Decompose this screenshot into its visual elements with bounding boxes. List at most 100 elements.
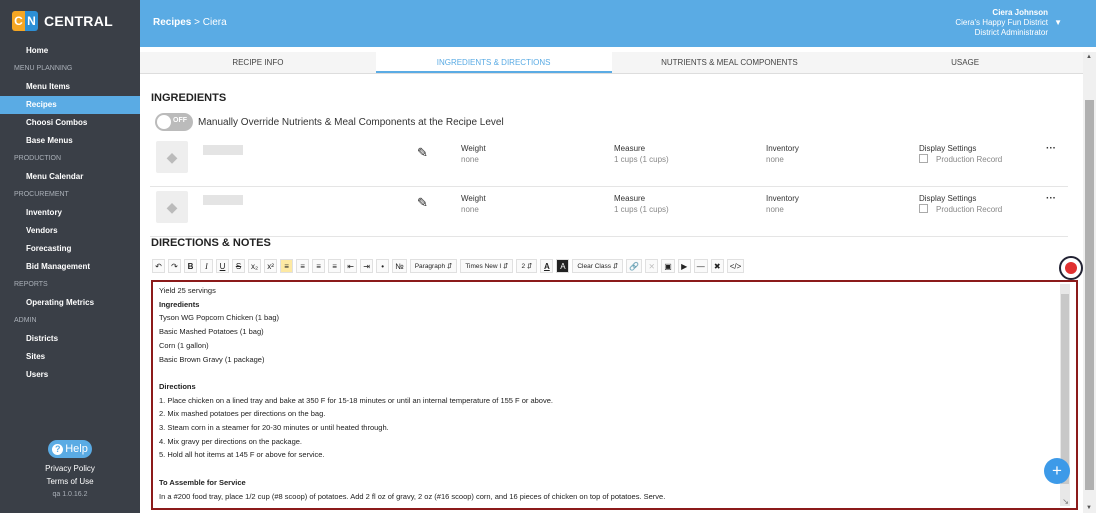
measure-label: Measure (614, 194, 646, 203)
display-settings-label: Display Settings (919, 194, 977, 203)
tab-nutrients-meal-components[interactable]: NUTRIENTS & MEAL COMPONENTS (611, 52, 848, 73)
production-record-label: Production Record (936, 205, 1003, 214)
brand-badge-c: C (12, 11, 25, 31)
unlink-icon[interactable]: ⨯ (645, 259, 659, 273)
sidebar-item-bid-management[interactable]: Bid Management (0, 258, 140, 276)
sidebar-section-title: PROCUREMENT (14, 191, 69, 198)
tab-usage[interactable]: USAGE (847, 52, 1083, 73)
sidebar-item-operating-metrics[interactable]: Operating Metrics (0, 294, 140, 312)
sidebar-item-sites[interactable]: Sites (0, 348, 140, 366)
production-record-checkbox[interactable] (919, 204, 928, 213)
ingredients-heading: INGREDIENTS (151, 92, 227, 104)
editor-line: Ingredients (159, 299, 200, 309)
subscript-button[interactable]: x₂ (248, 259, 262, 273)
toggle-knob (157, 115, 171, 129)
text-color-icon[interactable]: A (540, 259, 554, 273)
link-icon[interactable]: 🔗 (626, 259, 643, 273)
tab-ingredients-directions[interactable]: INGREDIENTS & DIRECTIONS (375, 52, 612, 73)
clear-format-icon[interactable]: ✖ (710, 259, 724, 273)
editor-line: Basic Brown Gravy (1 package) (159, 354, 265, 364)
align-right-icon[interactable]: ≡ (312, 259, 326, 273)
weight-label: Weight (461, 194, 486, 203)
paragraph-select-value: Paragraph (414, 262, 446, 270)
privacy-policy-link[interactable]: Privacy Policy (0, 462, 140, 475)
outdent-icon[interactable]: ⇤ (344, 259, 358, 273)
override-label: Manually Override Nutrients & Meal Compo… (198, 117, 504, 128)
terms-of-use-link[interactable]: Terms of Use (0, 475, 140, 488)
record-dot (1065, 262, 1077, 274)
chevron-down-icon[interactable]: ▼ (1054, 18, 1062, 27)
sidebar-item-vendors[interactable]: Vendors (0, 222, 140, 240)
edit-icon[interactable]: ✎ (417, 145, 428, 161)
align-justify-icon[interactable]: ≡ (328, 259, 342, 273)
sidebar-item-districts[interactable]: Districts (0, 330, 140, 348)
underline-button[interactable]: U (216, 259, 229, 273)
production-record-checkbox[interactable] (919, 154, 928, 163)
breadcrumb-recipes[interactable]: Recipes (153, 17, 191, 28)
redo-icon[interactable]: ↷ (168, 259, 181, 273)
edit-icon[interactable]: ✎ (417, 195, 428, 211)
paragraph-select[interactable]: Paragraph ⇵ (409, 259, 458, 273)
font-size-select[interactable]: 2 ⇵ (516, 259, 538, 273)
page-scrollbar[interactable]: ▲ ▼ (1083, 52, 1096, 513)
user-role: District Administrator (974, 28, 1048, 37)
align-center-icon[interactable]: ≡ (296, 259, 310, 273)
video-icon[interactable]: ▶ (677, 259, 691, 273)
sidebar-item-forecasting[interactable]: Forecasting (0, 240, 140, 258)
align-left-icon[interactable]: ≡ (280, 259, 294, 273)
strikethrough-button[interactable]: S (232, 259, 245, 273)
help-button[interactable]: ? Help (48, 440, 92, 458)
directions-editor[interactable]: Yield 25 servings Ingredients Tyson WG Pop… (151, 280, 1078, 510)
ingredient-name-placeholder (203, 145, 243, 155)
add-button[interactable]: + (1044, 458, 1070, 484)
italic-button[interactable]: I (200, 259, 213, 273)
sidebar-item-recipes[interactable]: Recipes (0, 96, 140, 114)
superscript-button[interactable]: x² (264, 259, 278, 273)
font-family-select[interactable]: Times New I ⇵ (460, 259, 514, 273)
weight-field: Weight none (461, 193, 486, 215)
indent-icon[interactable]: ⇥ (360, 259, 374, 273)
sidebar-item-choosi-combos[interactable]: Choosi Combos (0, 114, 140, 132)
record-icon[interactable] (1059, 256, 1083, 280)
editor-scrollbar-thumb[interactable] (1061, 294, 1069, 484)
editor-content[interactable]: Yield 25 servings Ingredients Tyson WG Pop… (159, 284, 1059, 503)
sidebar-item-base-menus[interactable]: Base Menus (0, 132, 140, 150)
editor-line: In a #200 food tray, place 1/2 cup (#8 s… (159, 491, 666, 501)
sidebar-footer: ? Help Privacy Policy Terms of Use qa 1.… (0, 440, 140, 498)
app-root: C N CENTRAL Home MENU PLANNING Menu Items… (0, 0, 1096, 513)
bold-button[interactable]: B (184, 259, 197, 273)
clear-class-select[interactable]: Clear Class ⇵ (572, 259, 624, 273)
user-district: Ciera's Happy Fun District (955, 18, 1048, 27)
user-menu[interactable]: Ciera Johnson Ciera's Happy Fun District… (955, 8, 1048, 38)
weight-value: none (461, 155, 479, 164)
horizontal-rule-icon[interactable]: — (693, 259, 708, 273)
tab-recipe-info[interactable]: RECIPE INFO (140, 52, 376, 73)
sidebar-item-menu-calendar[interactable]: Menu Calendar (0, 168, 140, 186)
page-scrollbar-thumb[interactable] (1085, 100, 1094, 490)
sidebar-item-menu-items[interactable]: Menu Items (0, 78, 140, 96)
override-toggle[interactable]: OFF (155, 113, 193, 131)
image-icon[interactable]: ▣ (661, 259, 675, 273)
undo-icon[interactable]: ↶ (152, 259, 165, 273)
more-options-icon[interactable]: ··· (1046, 143, 1056, 154)
sidebar-nav: MENU PLANNING Menu Items Recipes Choosi Com… (0, 60, 140, 384)
background-color-icon[interactable]: A (556, 259, 570, 273)
sidebar-item-users[interactable]: Users (0, 366, 140, 384)
editor-line: 5. Hold all hot items at 145 F or above … (159, 450, 325, 460)
scroll-down-icon[interactable]: ▼ (1086, 505, 1092, 511)
numbered-list-icon[interactable]: № (392, 259, 407, 273)
sidebar-section-title: REPORTS (14, 281, 48, 288)
more-options-icon[interactable]: ··· (1046, 193, 1056, 204)
brand-logo[interactable]: C N CENTRAL (0, 0, 140, 42)
resize-handle-icon[interactable]: ↘ (1062, 497, 1069, 506)
editor-line: 1. Place chicken on a lined tray and bak… (159, 395, 553, 405)
sidebar-item-home[interactable]: Home (0, 42, 140, 60)
scroll-up-icon[interactable]: ▲ (1086, 54, 1092, 60)
sidebar-item-inventory[interactable]: Inventory (0, 204, 140, 222)
directions-heading: DIRECTIONS & NOTES (151, 237, 271, 249)
weight-label: Weight (461, 144, 486, 153)
bullet-list-icon[interactable]: • (376, 259, 390, 273)
breadcrumb-separator: > (194, 17, 200, 28)
code-view-icon[interactable]: </> (726, 259, 745, 273)
